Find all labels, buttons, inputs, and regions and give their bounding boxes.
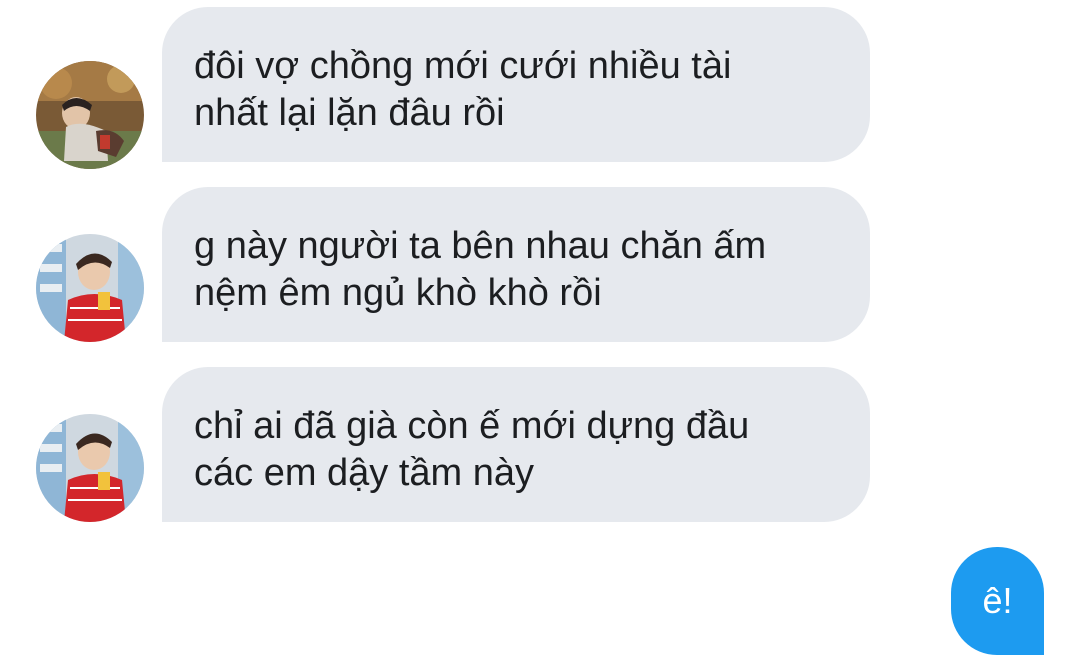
- message-text: ê!: [982, 580, 1013, 621]
- avatar[interactable]: [36, 234, 144, 342]
- message-text: g này người ta bên nhau chăn ấm nệm êm n…: [194, 225, 767, 314]
- avatar[interactable]: [36, 414, 144, 522]
- message-bubble-received[interactable]: g này người ta bên nhau chăn ấm nệm êm n…: [162, 187, 870, 342]
- message-text: đôi vợ chồng mới cưới nhiều tài nhất lại…: [194, 45, 732, 134]
- avatar-image: [36, 234, 144, 342]
- message-row: đôi vợ chồng mới cưới nhiều tài nhất lại…: [0, 7, 1080, 169]
- avatar-image: [36, 414, 144, 522]
- message-bubble-received[interactable]: đôi vợ chồng mới cưới nhiều tài nhất lại…: [162, 7, 870, 162]
- avatar-image: [36, 61, 144, 169]
- chat-conversation: đôi vợ chồng mới cưới nhiều tài nhất lại…: [0, 0, 1080, 670]
- message-bubble-received[interactable]: chỉ ai đã già còn ế mới dựng đầu các em …: [162, 367, 870, 522]
- avatar[interactable]: [36, 61, 144, 169]
- message-bubble-sent[interactable]: ê!: [951, 547, 1044, 655]
- message-text: chỉ ai đã già còn ế mới dựng đầu các em …: [194, 405, 750, 494]
- message-row: chỉ ai đã già còn ế mới dựng đầu các em …: [0, 367, 1080, 525]
- message-row: g này người ta bên nhau chăn ấm nệm êm n…: [0, 187, 1080, 345]
